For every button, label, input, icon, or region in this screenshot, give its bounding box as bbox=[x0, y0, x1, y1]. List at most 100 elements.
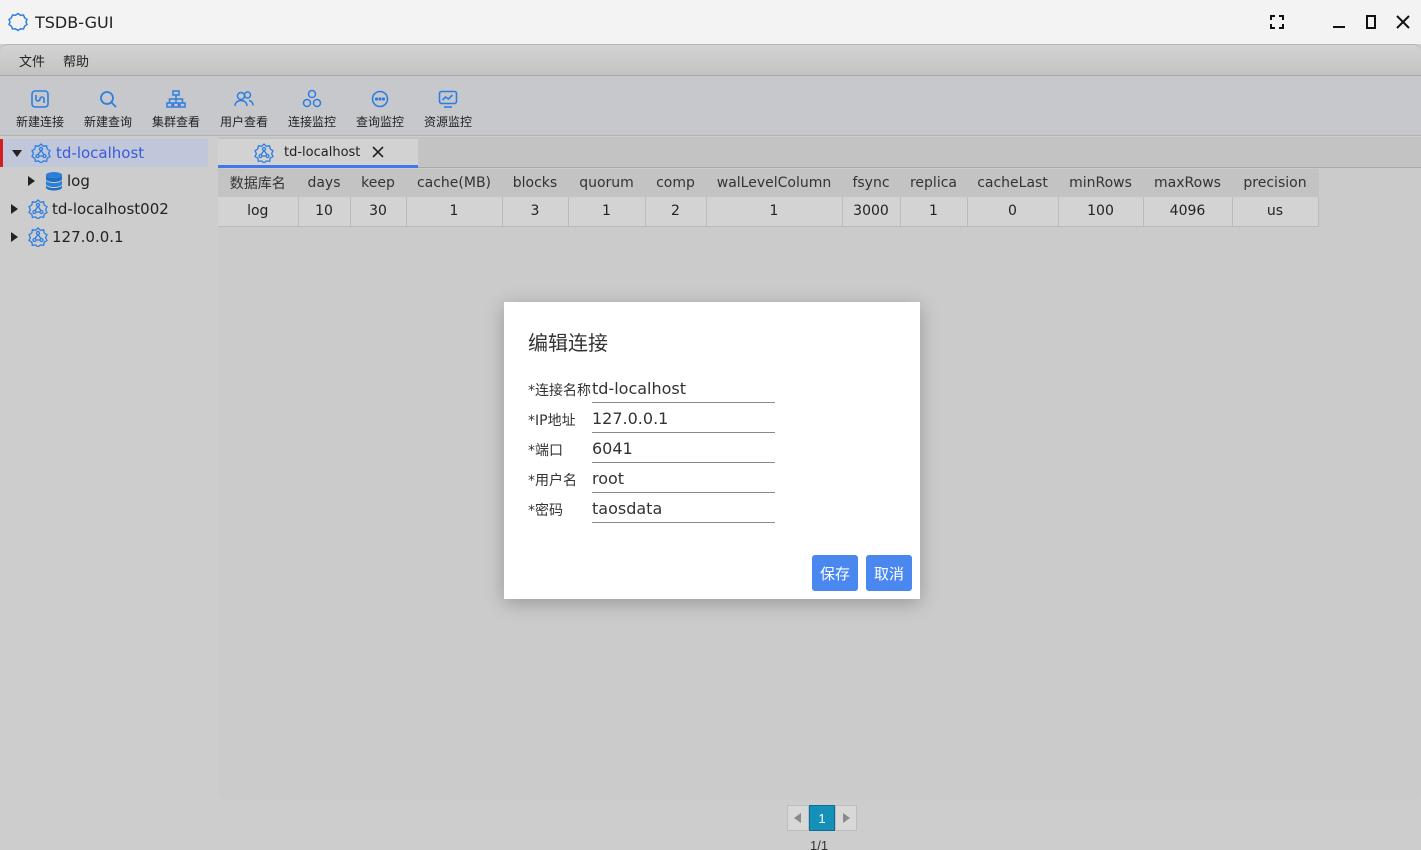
new-connection-button[interactable]: 新建连接 bbox=[6, 76, 74, 135]
new-connection-icon bbox=[29, 88, 51, 110]
cluster-icon bbox=[165, 88, 187, 110]
ip-address-input[interactable] bbox=[592, 405, 775, 433]
query-monitor-icon bbox=[369, 88, 391, 110]
password-input[interactable] bbox=[592, 495, 775, 523]
users-icon bbox=[233, 88, 255, 110]
server-node-icon bbox=[30, 142, 52, 164]
column-header[interactable]: keep bbox=[350, 169, 407, 197]
new-query-button[interactable]: 新建查询 bbox=[74, 76, 142, 135]
tree-node-label: td-localhost bbox=[56, 144, 145, 162]
tree-node-label: td-localhost002 bbox=[52, 200, 169, 218]
menu-bar: 文件 帮助 bbox=[0, 44, 1421, 76]
toolbar-label: 新建连接 bbox=[15, 115, 64, 129]
connection-name-input[interactable] bbox=[592, 375, 775, 403]
query-monitor-button[interactable]: 查询监控 bbox=[346, 76, 414, 135]
column-header[interactable]: walLevelColumn bbox=[706, 169, 843, 197]
column-header[interactable]: cache(MB) bbox=[406, 169, 503, 197]
tab-td-localhost[interactable]: td-localhost bbox=[218, 139, 418, 168]
table-header-row: 数据库名 days keep cache(MB) blocks quorum c… bbox=[218, 169, 1319, 197]
column-header[interactable]: quorum bbox=[568, 169, 646, 197]
save-button[interactable]: 保存 bbox=[812, 555, 858, 591]
expand-arrow-icon[interactable] bbox=[11, 232, 18, 242]
table-cell: 1 bbox=[406, 197, 503, 227]
menu-file[interactable]: 文件 bbox=[10, 51, 54, 70]
cancel-button[interactable]: 取消 bbox=[866, 555, 912, 591]
connection-name-label: *连接名称 bbox=[528, 383, 591, 399]
column-header[interactable]: blocks bbox=[502, 169, 569, 197]
toolbar-label: 集群查看 bbox=[151, 115, 200, 129]
next-page-button[interactable] bbox=[835, 805, 857, 831]
ip-address-label: *IP地址 bbox=[528, 413, 576, 429]
column-header[interactable]: fsync bbox=[842, 169, 901, 197]
maximize-icon[interactable] bbox=[1357, 8, 1385, 36]
toolbar-label: 新建查询 bbox=[83, 115, 132, 129]
port-label: *端口 bbox=[528, 443, 563, 459]
table-cell: 100 bbox=[1058, 197, 1144, 227]
username-input[interactable] bbox=[592, 465, 775, 493]
table-cell: 3000 bbox=[842, 197, 901, 227]
column-header[interactable]: maxRows bbox=[1143, 169, 1233, 197]
tree-node-127-0-0-1[interactable]: 127.0.0.1 bbox=[0, 223, 208, 251]
cluster-view-button[interactable]: 集群查看 bbox=[142, 76, 210, 135]
table-cell: 30 bbox=[350, 197, 407, 227]
toolbar-label: 用户查看 bbox=[219, 115, 268, 129]
pagination: 1 bbox=[787, 805, 857, 831]
table-cell: 1 bbox=[706, 197, 843, 227]
page-info: 1/1 bbox=[810, 838, 829, 850]
column-header[interactable]: comp bbox=[645, 169, 707, 197]
resource-monitor-icon bbox=[437, 88, 459, 110]
tree-node-td-localhost[interactable]: td-localhost bbox=[0, 139, 208, 167]
toolbar-label: 资源监控 bbox=[423, 115, 472, 129]
table-cell: log bbox=[218, 197, 299, 227]
dialog-title: 编辑连接 bbox=[528, 331, 608, 355]
table-row[interactable]: log 10 30 1 3 1 2 1 3000 1 0 100 4096 us bbox=[218, 197, 1319, 227]
tree-node-label: 127.0.0.1 bbox=[52, 228, 124, 246]
table-cell: 1 bbox=[568, 197, 646, 227]
port-input[interactable] bbox=[592, 435, 775, 463]
table-cell: 2 bbox=[645, 197, 707, 227]
password-label: *密码 bbox=[528, 503, 563, 519]
tab-label: td-localhost bbox=[284, 144, 361, 160]
database-icon bbox=[43, 170, 65, 192]
menu-help[interactable]: 帮助 bbox=[54, 51, 98, 70]
expand-arrow-icon[interactable] bbox=[11, 204, 18, 214]
toolbar: 新建连接 新建查询 集群查看 用户查看 连接监控 查询监控 资源监控 bbox=[0, 76, 1421, 136]
tree-node-log[interactable]: log bbox=[0, 167, 208, 195]
username-label: *用户名 bbox=[528, 473, 577, 489]
connection-tree: td-localhost log td-localhost002 127.0.0… bbox=[0, 137, 208, 850]
resource-monitor-button[interactable]: 资源监控 bbox=[414, 76, 482, 135]
prev-page-button[interactable] bbox=[787, 805, 809, 831]
database-table: 数据库名 days keep cache(MB) blocks quorum c… bbox=[218, 169, 1319, 227]
tab-bar: td-localhost bbox=[218, 137, 1421, 168]
column-header[interactable]: 数据库名 bbox=[218, 169, 299, 197]
minimize-icon[interactable] bbox=[1325, 8, 1353, 36]
user-view-button[interactable]: 用户查看 bbox=[210, 76, 278, 135]
tree-node-label: log bbox=[67, 172, 90, 190]
tree-node-td-localhost002[interactable]: td-localhost002 bbox=[0, 195, 208, 223]
server-node-icon bbox=[27, 198, 49, 220]
app-logo-icon bbox=[8, 12, 28, 32]
page-number-button[interactable]: 1 bbox=[809, 805, 835, 831]
app-title: TSDB-GUI bbox=[35, 12, 114, 32]
title-bar: TSDB-GUI bbox=[0, 0, 1421, 44]
column-header[interactable]: days bbox=[298, 169, 351, 197]
toolbar-label: 查询监控 bbox=[355, 115, 404, 129]
expand-arrow-icon[interactable] bbox=[28, 176, 35, 186]
expand-arrow-icon[interactable] bbox=[12, 149, 22, 157]
column-header[interactable]: precision bbox=[1232, 169, 1319, 197]
fullscreen-icon[interactable] bbox=[1263, 8, 1291, 36]
close-icon[interactable] bbox=[1389, 8, 1417, 36]
column-header[interactable]: cacheLast bbox=[967, 169, 1059, 197]
table-cell: us bbox=[1232, 197, 1319, 227]
table-cell: 3 bbox=[502, 197, 569, 227]
toolbar-label: 连接监控 bbox=[287, 115, 336, 129]
connection-monitor-button[interactable]: 连接监控 bbox=[278, 76, 346, 135]
table-cell: 10 bbox=[298, 197, 351, 227]
table-cell: 0 bbox=[967, 197, 1059, 227]
server-node-icon bbox=[27, 226, 49, 248]
tab-close-icon[interactable] bbox=[370, 144, 386, 160]
column-header[interactable]: minRows bbox=[1058, 169, 1144, 197]
server-node-icon bbox=[254, 143, 276, 165]
column-header[interactable]: replica bbox=[900, 169, 968, 197]
edit-connection-dialog: 编辑连接 *连接名称 *IP地址 *端口 *用户名 *密码 保存 取消 bbox=[504, 302, 920, 599]
